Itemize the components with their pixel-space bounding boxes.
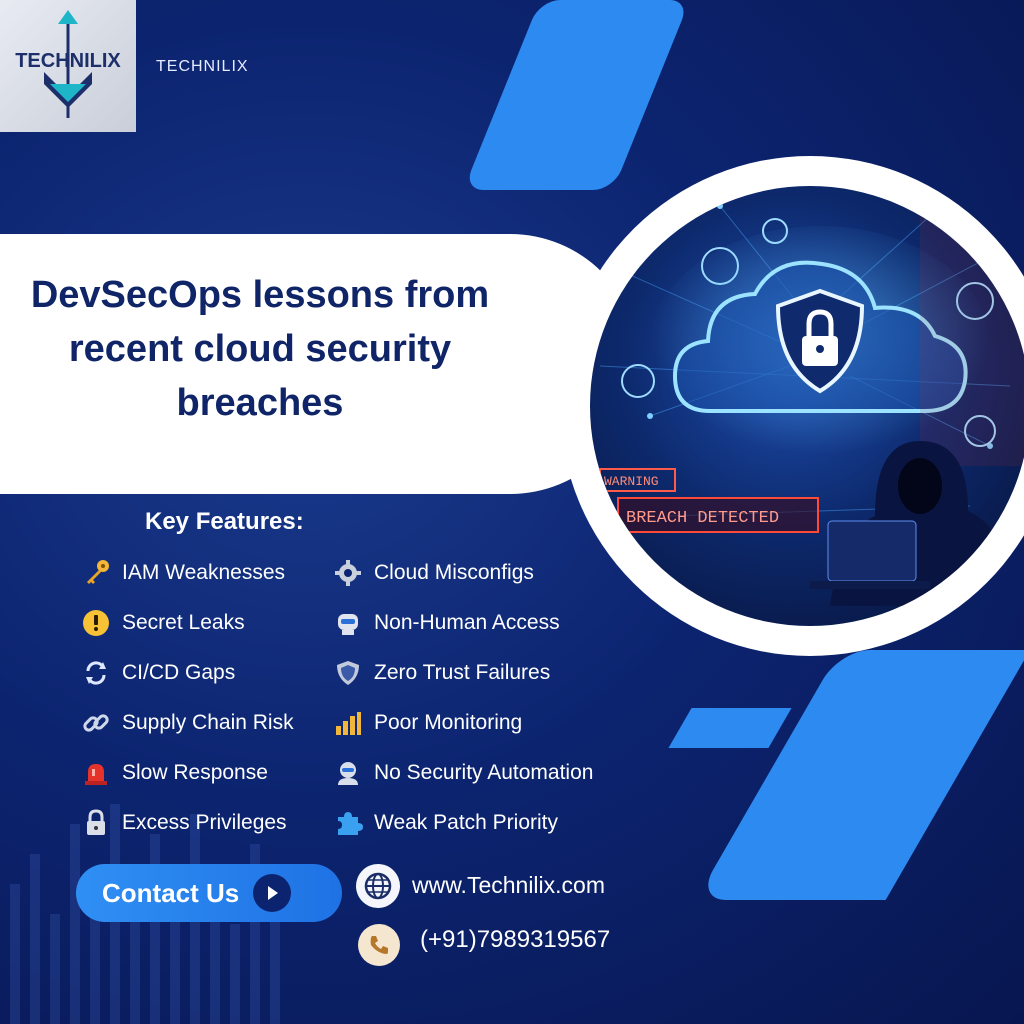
puzzle-icon [330,806,366,840]
cyber-illustration: WARNING BREACH DETECTED [590,186,1024,626]
features-list-right: Cloud Misconfigs Non-Human Access Zero T… [330,556,593,856]
feature-item: Weak Patch Priority [330,806,593,840]
feature-item: Non-Human Access [330,606,593,640]
feature-item: Poor Monitoring [330,706,593,740]
globe-icon [356,864,400,908]
poster: TECHNILIX TECHNILIX DevSecOps lessons fr… [0,0,1024,1024]
phone-icon [358,924,400,966]
key-features-heading: Key Features: [145,508,304,535]
contact-us-label: Contact Us [102,877,240,908]
bar-chart-icon [330,706,366,740]
page-title: DevSecOps lessons from recent cloud secu… [30,274,490,424]
warning-label: WARNING [604,474,659,489]
feature-item: Excess Privileges [78,806,294,840]
cloud-breach-scene: WARNING BREACH DETECTED [599,203,1024,606]
feature-item: Supply Chain Risk [78,706,294,740]
feature-item: Zero Trust Failures [330,656,593,690]
siren-icon [78,756,114,790]
magnifier-handle-top [463,0,690,190]
phone-number[interactable]: (+91)7989319567 [420,926,610,954]
feature-item: IAM Weaknesses [78,556,294,590]
bot-icon [330,756,366,790]
magnifier-handle-bottom [695,650,1024,900]
key-icon [78,556,114,590]
breach-detected-label: BREACH DETECTED [626,509,779,528]
chain-link-icon [78,706,114,740]
alert-icon [78,606,114,640]
logo-wordmark: TECHNILIX [15,50,121,72]
gear-icon [330,556,366,590]
features-list-left: IAM Weaknesses Secret Leaks CI/CD Gaps S… [78,556,294,856]
shield-icon [330,656,366,690]
cycle-icon [78,656,114,690]
feature-item: Secret Leaks [78,606,294,640]
feature-item: No Security Automation [330,756,593,790]
arrow-right-icon [253,874,292,912]
robot-icon [330,606,366,640]
feature-item: Cloud Misconfigs [330,556,593,590]
website-link[interactable]: www.Technilix.com [412,872,605,899]
feature-item: CI/CD Gaps [78,656,294,690]
magnifier-accent-bar [668,708,792,748]
brand-name: TECHNILIX [156,58,249,75]
contact-us-button[interactable]: Contact Us [76,864,342,922]
padlock-icon [78,806,114,840]
feature-item: Slow Response [78,756,294,790]
